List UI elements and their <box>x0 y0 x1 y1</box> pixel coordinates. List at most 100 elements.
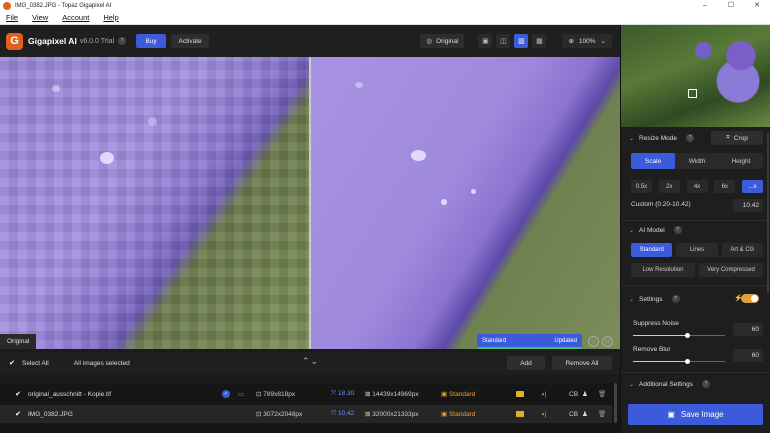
panel-scrollbar[interactable] <box>767 133 769 293</box>
image-type-icon <box>516 411 524 417</box>
buy-button[interactable]: Buy <box>136 34 167 48</box>
grid-view-icon[interactable]: ▦ <box>532 34 547 48</box>
menu-file[interactable]: File <box>6 13 18 22</box>
blossom-detail <box>471 189 476 194</box>
model-value: Standard <box>448 411 476 418</box>
source-size-value: 3072x2048px <box>263 411 303 418</box>
model-very-compressed[interactable]: Very Compressed <box>699 263 763 277</box>
output-size: ⊠ 14439x14969px <box>365 390 419 398</box>
smile-icon[interactable]: ☺ <box>588 336 599 347</box>
menu-help[interactable]: Help <box>103 13 118 22</box>
save-label: Save Image <box>680 410 724 419</box>
help-icon[interactable]: ? <box>671 295 680 303</box>
ai-model-header[interactable]: ⌄ AI Model ? <box>629 226 682 234</box>
model-standard[interactable]: Standard <box>631 243 673 257</box>
output-size: ⊠ 32000x21333px <box>365 410 419 418</box>
remove-blur-value[interactable]: 60 <box>733 349 763 362</box>
save-image-button[interactable]: ▣ Save Image <box>628 404 763 425</box>
settings-header[interactable]: ⌄ Settings ? <box>629 295 680 303</box>
resize-mode-label: Resize Mode <box>639 134 677 142</box>
suppress-noise-slider[interactable] <box>633 333 725 338</box>
ai-model-row: Low Resolution Very Compressed <box>631 263 763 277</box>
crop-button[interactable]: ⌗ Crop <box>711 131 763 145</box>
sound-wave-icon: ◖| <box>541 410 547 418</box>
blossom-detail <box>355 82 363 88</box>
close-icon[interactable]: ✕ <box>744 0 770 11</box>
collapse-toggle-icon[interactable]: ⌃⌄ <box>302 356 319 367</box>
original-toggle-button[interactable]: ◎ Original <box>420 34 465 48</box>
scale-presets: 0.5x 2x 4x 6x ...x <box>631 180 763 193</box>
model-label: ▣ Standard <box>441 410 475 418</box>
chevron-down-icon: ⌄ <box>600 38 606 45</box>
side-by-side-view-icon[interactable]: ▥ <box>514 34 529 48</box>
zoom-dropdown[interactable]: ⊕ 100% ⌄ <box>562 34 612 48</box>
split-view-icon[interactable]: ◫ <box>496 34 511 48</box>
scale-2x[interactable]: 2x <box>658 180 680 193</box>
file-row[interactable]: ✔ original_ausschnitt - Kopie.tif ✓ ▭ ⊡ … <box>0 385 612 403</box>
select-all-label[interactable]: Select All <box>22 360 49 367</box>
resize-mode-header[interactable]: ⌄ Resize Mode ? <box>629 134 694 142</box>
cb-label: CB <box>569 390 579 398</box>
folder-icon[interactable]: ▭ <box>238 390 244 398</box>
file-checkbox[interactable]: ✔ <box>14 410 22 418</box>
original-label: Original <box>436 37 459 45</box>
preview-pane[interactable] <box>311 57 620 349</box>
image-viewer[interactable]: Original Standard Updated ☺ ☹ <box>0 57 620 349</box>
compare-divider[interactable] <box>309 57 311 349</box>
trash-icon[interactable]: 🗑 <box>598 390 606 398</box>
remove-all-button[interactable]: Remove All <box>552 356 612 370</box>
help-icon[interactable]: ? <box>673 226 682 234</box>
status-model: Standard <box>482 337 507 344</box>
blossom-detail <box>52 85 60 92</box>
source-size-value: 789x818px <box>263 391 296 398</box>
viewport-indicator[interactable] <box>688 89 697 98</box>
menu-view[interactable]: View <box>32 13 48 22</box>
select-all-checkbox[interactable]: ✔ <box>8 359 16 367</box>
trash-icon[interactable]: 🗑 <box>598 410 606 418</box>
list-scrollbar[interactable] <box>614 383 617 423</box>
image-type-icon <box>516 391 524 397</box>
custom-scale-label: Custom (0.20-10.42) <box>631 201 691 208</box>
help-icon[interactable]: ? <box>118 37 127 45</box>
activate-button[interactable]: Activate <box>171 34 210 48</box>
status-state: Updated <box>554 337 577 344</box>
single-view-icon[interactable]: ▣ <box>478 34 493 48</box>
help-icon[interactable]: ? <box>685 134 694 142</box>
custom-scale-input[interactable]: 10.42 <box>733 199 763 212</box>
frown-icon[interactable]: ☹ <box>602 336 613 347</box>
mode-scale[interactable]: Scale <box>631 153 675 169</box>
scale-6x[interactable]: 6x <box>714 180 736 193</box>
scale-0-5x[interactable]: 0.5x <box>631 180 652 193</box>
model-value: Standard <box>448 391 476 398</box>
mode-width[interactable]: Width <box>675 153 719 169</box>
remove-blur-slider[interactable] <box>633 359 725 364</box>
zoom-value: 100% <box>578 37 596 45</box>
original-pane[interactable] <box>0 57 309 349</box>
suppress-noise-value[interactable]: 60 <box>733 323 763 336</box>
face-recovery-icon: ♟ <box>582 391 588 398</box>
brand-name: Gigapixel AI <box>28 36 77 46</box>
help-icon[interactable]: ? <box>701 380 710 388</box>
add-button[interactable]: Add <box>507 356 545 370</box>
scale-4x[interactable]: 4x <box>686 180 708 193</box>
window-controls: – ☐ ✕ <box>692 0 770 11</box>
view-controls: ◎ Original ▣ ◫ ▥ ▦ ⊕ 100% ⌄ <box>420 34 612 48</box>
scale-factor-value: 18.30 <box>338 390 355 397</box>
scale-custom[interactable]: ...x <box>742 180 763 193</box>
minimize-icon[interactable]: – <box>692 0 718 11</box>
navigator-thumbnail[interactable] <box>621 25 770 127</box>
maximize-icon[interactable]: ☐ <box>718 0 744 11</box>
auto-settings-toggle[interactable] <box>741 294 759 303</box>
slider-handle[interactable] <box>685 333 691 338</box>
file-checkbox[interactable]: ✔ <box>14 390 22 398</box>
file-row[interactable]: ✔ IMG_0382.JPG ⊡ 3072x2048px ⤧ 10.42 ⊠ 3… <box>0 405 612 423</box>
additional-settings-header[interactable]: ⌄ Additional Settings ? <box>629 380 710 388</box>
model-low-resolution[interactable]: Low Resolution <box>631 263 695 277</box>
additional-settings-label: Additional Settings <box>639 380 693 388</box>
model-art-cg[interactable]: Art & CG <box>721 243 763 257</box>
model-lines[interactable]: Lines <box>676 243 718 257</box>
blossom-detail <box>441 199 447 205</box>
mode-height[interactable]: Height <box>719 153 763 169</box>
menu-account[interactable]: Account <box>62 13 89 22</box>
slider-handle[interactable] <box>685 359 691 364</box>
